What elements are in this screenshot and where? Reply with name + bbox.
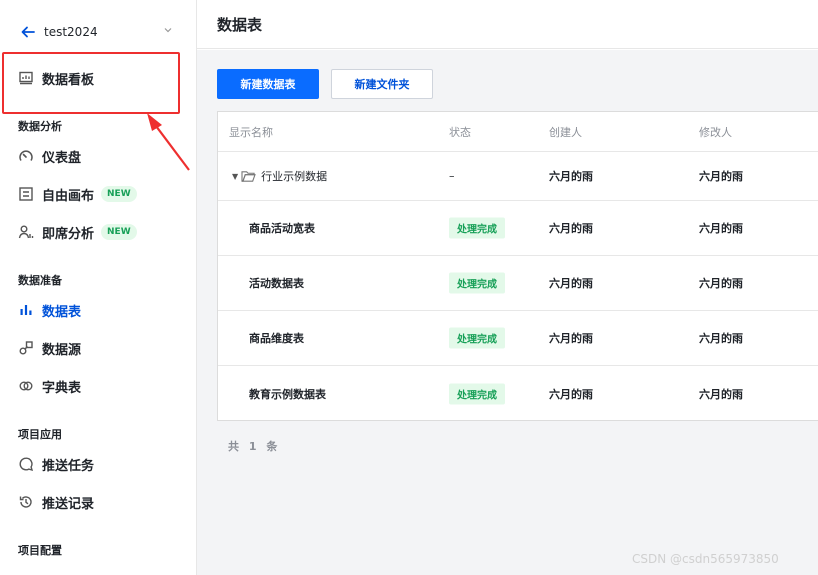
- canvas-icon: [18, 186, 34, 202]
- column-header-status: 状态: [449, 125, 471, 139]
- link-icon: [18, 378, 34, 394]
- caret-down-icon[interactable]: ▼: [232, 172, 238, 181]
- modifier-cell: 六月的雨: [699, 222, 743, 235]
- group-title-analysis: 数据分析: [18, 120, 62, 133]
- sidebar-item-label: 推送记录: [42, 496, 95, 512]
- folder-name: 行业示例数据: [261, 170, 328, 183]
- table-row[interactable]: 教育示例数据表 处理完成 六月的雨 六月的雨: [218, 366, 818, 421]
- modifier-cell: 六月的雨: [699, 332, 743, 345]
- table-name-cell[interactable]: 教育示例数据表: [249, 386, 326, 402]
- sidebar-item-label: 数据源: [42, 342, 82, 358]
- status-badge: 处理完成: [449, 272, 505, 294]
- table-row-folder[interactable]: ▼ 行业示例数据 – 六月的雨 六月的雨: [218, 152, 818, 201]
- new-badge: NEW: [101, 186, 137, 202]
- datasource-icon: [18, 340, 34, 356]
- arrow-left-icon[interactable]: [20, 24, 36, 40]
- sidebar-item-datatable[interactable]: 数据表: [18, 298, 81, 322]
- data-table: 显示名称 状态 创建人 修改人 ▼ 行业示例数据 – 六月的雨 六月的雨 商品活…: [217, 111, 818, 421]
- modifier-cell: 六月的雨: [699, 277, 743, 290]
- sidebar-item-label: 仪表盘: [42, 150, 82, 166]
- table-header-row: 显示名称 状态 创建人 修改人: [218, 112, 818, 152]
- project-selector[interactable]: test2024: [20, 20, 178, 44]
- pagination-total: 共 1 条: [228, 440, 281, 453]
- column-header-modifier: 修改人: [699, 125, 732, 139]
- bar-chart-icon: [18, 302, 34, 318]
- group-title-app: 项目应用: [18, 428, 62, 441]
- main-content: 新建数据表 新建文件夹 显示名称 状态 创建人 修改人 ▼ 行业示例数据 – 六…: [197, 50, 818, 575]
- project-name: test2024: [44, 25, 98, 39]
- creator-cell: 六月的雨: [549, 170, 593, 183]
- status-badge: 处理完成: [449, 383, 505, 404]
- group-title-prep: 数据准备: [18, 274, 62, 287]
- folder-open-icon: [241, 170, 256, 182]
- chat-bubble-icon: [18, 456, 34, 472]
- status-cell: –: [449, 169, 455, 183]
- table-row[interactable]: 活动数据表 处理完成 六月的雨 六月的雨: [218, 256, 818, 311]
- gauge-icon: [18, 148, 34, 164]
- table-row[interactable]: 商品维度表 处理完成 六月的雨 六月的雨: [218, 311, 818, 366]
- sidebar-item-dictionary[interactable]: 字典表: [18, 374, 81, 398]
- status-badge: 处理完成: [449, 217, 505, 239]
- sidebar-item-label: 即席分析: [42, 226, 95, 242]
- creator-cell: 六月的雨: [549, 387, 593, 401]
- modifier-cell: 六月的雨: [699, 387, 743, 401]
- modifier-cell: 六月的雨: [699, 170, 743, 183]
- sidebar-item-pushtask[interactable]: 推送任务: [18, 452, 94, 476]
- sidebar-item-adhoc[interactable]: 即席分析 NEW: [18, 220, 137, 244]
- sidebar-item-instrument[interactable]: 仪表盘: [18, 144, 81, 168]
- user-analysis-icon: [18, 224, 34, 240]
- new-table-button[interactable]: 新建数据表: [217, 69, 319, 99]
- table-name-cell[interactable]: 商品维度表: [249, 330, 304, 346]
- column-header-name: 显示名称: [229, 125, 273, 139]
- sidebar-item-pushlog[interactable]: 推送记录: [18, 490, 94, 514]
- group-title-config: 项目配置: [18, 544, 62, 557]
- folder-name-cell[interactable]: ▼ 行业示例数据: [232, 168, 327, 184]
- sidebar-item-label: 推送任务: [42, 458, 95, 474]
- sidebar-item-label: 数据表: [42, 304, 82, 320]
- sidebar-item-label: 自由画布: [42, 188, 95, 204]
- creator-cell: 六月的雨: [549, 277, 593, 290]
- sidebar-item-canvas[interactable]: 自由画布 NEW: [18, 182, 137, 206]
- table-row[interactable]: 商品活动宽表 处理完成 六月的雨 六月的雨: [218, 201, 818, 256]
- sidebar-item-label: 字典表: [42, 380, 82, 396]
- page-header: 数据表: [197, 0, 818, 49]
- status-badge: 处理完成: [449, 327, 505, 349]
- creator-cell: 六月的雨: [549, 222, 593, 235]
- highlight-box: [2, 52, 180, 114]
- history-icon: [18, 494, 34, 510]
- column-header-creator: 创建人: [549, 125, 582, 139]
- new-badge: NEW: [101, 224, 137, 240]
- creator-cell: 六月的雨: [549, 332, 593, 345]
- table-name-cell[interactable]: 商品活动宽表: [249, 220, 315, 236]
- sidebar-item-datasource[interactable]: 数据源: [18, 336, 81, 360]
- chevron-down-icon[interactable]: [162, 24, 174, 36]
- table-name-cell[interactable]: 活动数据表: [249, 275, 304, 291]
- new-folder-button[interactable]: 新建文件夹: [331, 69, 433, 99]
- watermark: CSDN @csdn565973850: [632, 552, 779, 566]
- page-title: 数据表: [217, 16, 263, 34]
